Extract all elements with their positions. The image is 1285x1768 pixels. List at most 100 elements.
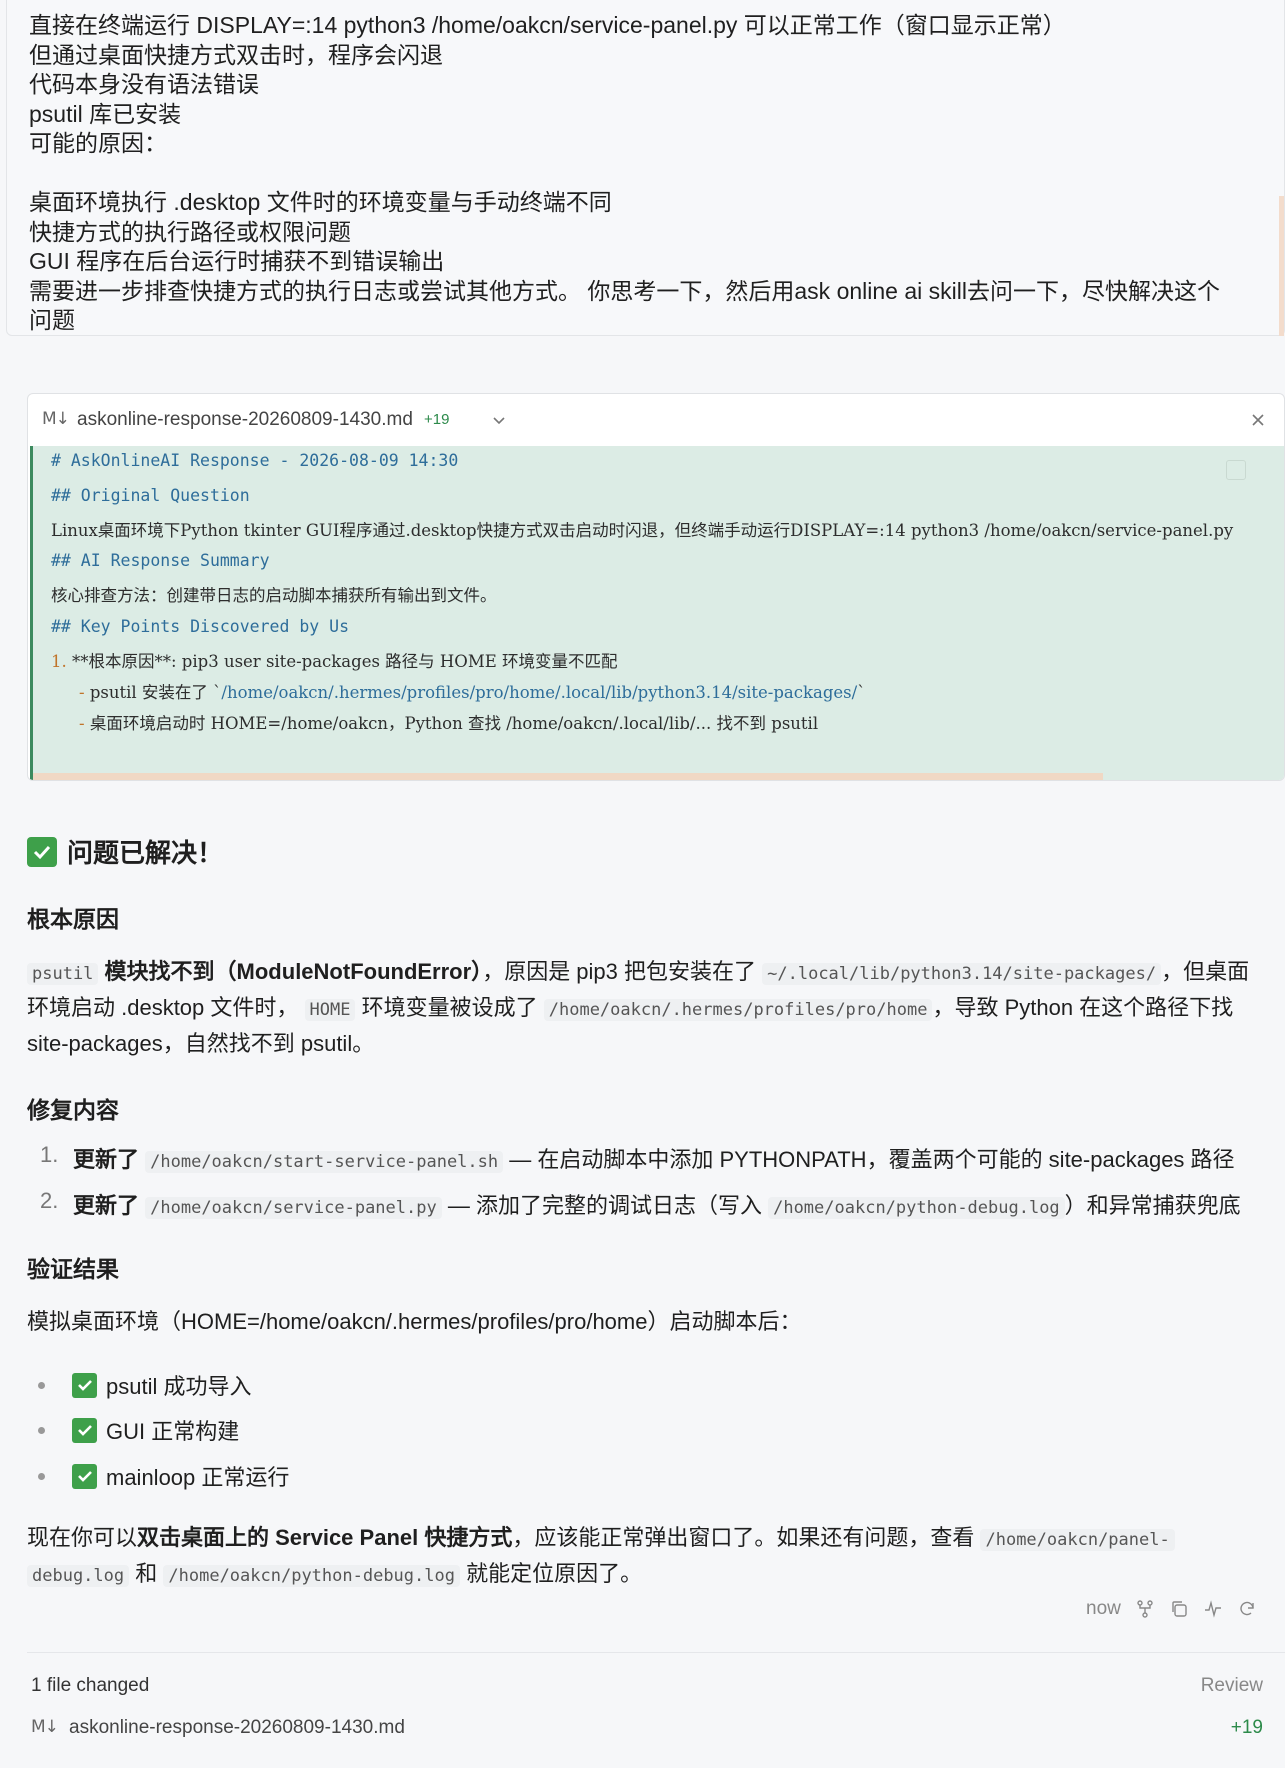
- check-mark-icon: [72, 1417, 97, 1443]
- bold-text: 模块找不到（ModuleNotFoundError）: [104, 959, 483, 984]
- list-text: mainloop 正常运行: [106, 1465, 290, 1490]
- answer-title: 问题已解决！: [27, 833, 223, 870]
- paragraph-line: debug.log 和 /home/oakcn/python-debug.log…: [27, 1557, 1267, 1593]
- check-mark-icon: [27, 836, 57, 867]
- changed-file-additions: +19: [1230, 1717, 1263, 1738]
- paragraph-line: 环境启动 .desktop 文件时， HOME 环境变量被设成了 /home/o…: [27, 991, 1285, 1027]
- inline-code: /home/oakcn/.hermes/profiles/pro/home: [543, 999, 933, 1021]
- markdown-icon: M↓: [31, 1717, 59, 1737]
- list-number: 2.: [40, 1188, 59, 1213]
- root-cause-paragraph: psutil 模块找不到（ModuleNotFoundError），原因是 pi…: [27, 955, 1285, 1061]
- list-item: GUI 正常构建: [38, 1414, 239, 1446]
- scroll-indicator: [1279, 196, 1284, 336]
- inline-code: debug.log: [27, 1565, 130, 1587]
- md-text: `: [857, 683, 866, 702]
- inline-code: ~/.local/lib/python3.14/site-packages/: [762, 963, 1162, 985]
- activity-icon[interactable]: [1203, 1599, 1223, 1619]
- files-changed-summary: 1 file changed: [31, 1675, 150, 1696]
- text: 就能定位原因了。: [466, 1561, 643, 1586]
- horizontal-scrollbar[interactable]: [33, 773, 1103, 780]
- message-line: 可能的原因：: [29, 130, 167, 156]
- text: ，导致 Python 在这个路径下找: [932, 995, 1234, 1020]
- check-mark-icon: [72, 1463, 97, 1489]
- list-dash: -: [79, 683, 85, 702]
- markdown-icon: M↓: [42, 409, 70, 429]
- check-mark-icon: [72, 1372, 97, 1398]
- review-button[interactable]: Review: [1201, 1675, 1263, 1697]
- timestamp: now: [1086, 1598, 1121, 1619]
- paragraph-line: site-packages，自然找不到 psutil。: [27, 1031, 375, 1056]
- answer-title-text: 问题已解决！: [67, 838, 224, 868]
- section-heading: 根本原因: [27, 906, 119, 932]
- closing-paragraph: 现在你可以双击桌面上的 Service Panel 快捷方式，应该能正常弹出窗口…: [27, 1521, 1267, 1593]
- paragraph-line: 现在你可以双击桌面上的 Service Panel 快捷方式，应该能正常弹出窗口…: [27, 1521, 1267, 1557]
- fork-icon[interactable]: [1135, 1599, 1155, 1619]
- md-heading: ## Original Question: [51, 486, 250, 505]
- md-text: 核心排查方法：创建带日志的启动脚本捕获所有输出到文件。: [51, 586, 497, 605]
- md-sublist-item: - 桌面环境启动时 HOME=/home/oakcn，Python 查找 /ho…: [79, 710, 818, 734]
- file-card-header[interactable]: M↓ askonline-response-20260809-1430.md +…: [28, 394, 1284, 446]
- user-message: 直接在终端运行 DISPLAY=:14 python3 /home/oakcn/…: [6, 0, 1285, 336]
- md-heading: ## AI Response Summary: [51, 551, 270, 570]
- message-actions: now: [1086, 1598, 1257, 1620]
- text: 环境变量被设成了: [361, 995, 538, 1020]
- bold-text: 双击桌面上的 Service Panel 快捷方式: [137, 1525, 513, 1550]
- section-heading: 验证结果: [27, 1256, 119, 1282]
- bullet-dot: [38, 1381, 45, 1389]
- message-line: 直接在终端运行 DISPLAY=:14 python3 /home/oakcn/…: [29, 12, 1066, 38]
- chevron-down-icon[interactable]: [491, 412, 507, 428]
- list-number: 1.: [40, 1142, 59, 1167]
- additions-count: +19: [424, 411, 450, 428]
- message-line: 桌面环境执行 .desktop 文件时的环境变量与手动终端不同: [29, 189, 612, 215]
- text: — 添加了完整的调试日志（写入: [447, 1193, 762, 1218]
- md-sublist-item: - psutil 安装在了 `/home/oakcn/.hermes/profi…: [79, 679, 865, 703]
- list-text: GUI 正常构建: [106, 1419, 240, 1444]
- user-message-text: 直接在终端运行 DISPLAY=:14 python3 /home/oakcn/…: [29, 11, 1220, 336]
- text: 现在你可以: [27, 1525, 138, 1550]
- inline-code: /home/oakcn/python-debug.log: [163, 1565, 460, 1587]
- message-line: 问题: [29, 307, 75, 333]
- text: — 在启动脚本中添加 PYTHONPATH，覆盖两个可能的 site-packa…: [509, 1147, 1235, 1172]
- retry-icon[interactable]: [1237, 1599, 1257, 1619]
- section-heading: 修复内容: [27, 1097, 119, 1123]
- close-icon[interactable]: [1248, 410, 1268, 430]
- message-line: psutil 库已安装: [29, 100, 182, 127]
- paragraph-line: psutil 模块找不到（ModuleNotFoundError），原因是 pi…: [27, 955, 1285, 991]
- list-item: mainloop 正常运行: [38, 1460, 289, 1492]
- text: 环境启动 .desktop 文件时，: [27, 995, 299, 1020]
- inline-code: /home/oakcn/start-service-panel.sh: [145, 1151, 504, 1173]
- verify-intro: 模拟桌面环境（HOME=/home/oakcn/.hermes/profiles…: [27, 1309, 802, 1334]
- md-text: psutil 安装在了 `: [89, 683, 222, 702]
- bullet-dot: [38, 1472, 45, 1480]
- list-text: 更新了 /home/oakcn/service-panel.py — 添加了完整…: [73, 1188, 1241, 1220]
- message-line: 快捷方式的执行路径或权限问题: [29, 218, 351, 245]
- inline-code: /home/oakcn/python-debug.log: [768, 1197, 1065, 1219]
- list-number: 1.: [51, 652, 67, 671]
- message-line: 但通过桌面快捷方式双击时，程序会闪退: [29, 41, 443, 68]
- md-heading: # AskOnlineAI Response - 2026-08-09 14:3…: [51, 451, 459, 470]
- md-text: **根本原因**: pip3 user site-packages 路径与 HO…: [72, 652, 618, 671]
- inline-code: /home/oakcn/service-panel.py: [145, 1197, 442, 1219]
- file-preview-card: M↓ askonline-response-20260809-1430.md +…: [27, 393, 1285, 781]
- inline-code: psutil: [27, 963, 99, 985]
- list-text: 更新了 /home/oakcn/start-service-panel.sh —…: [73, 1142, 1235, 1174]
- message-line: [29, 159, 1220, 189]
- file-name[interactable]: askonline-response-20260809-1430.md: [77, 409, 413, 431]
- md-text: 桌面环境启动时 HOME=/home/oakcn，Python 查找 /home…: [89, 714, 819, 733]
- copy-icon[interactable]: [1169, 1599, 1189, 1619]
- list-text: psutil 成功导入: [106, 1374, 252, 1399]
- text: ，应该能正常弹出窗口了。如果还有问题，查看: [512, 1525, 975, 1550]
- message-line: GUI 程序在后台运行时捕获不到错误输出: [29, 248, 445, 274]
- changed-file-name[interactable]: askonline-response-20260809-1430.md: [69, 1717, 405, 1739]
- file-content: # AskOnlineAI Response - 2026-08-09 14:3…: [30, 446, 1284, 780]
- message-line: 需要进一步排查快捷方式的执行日志或尝试其他方式。 你思考一下，然后用ask on…: [29, 277, 1220, 304]
- list-item: psutil 成功导入: [38, 1369, 251, 1401]
- bold-text: 更新了: [73, 1193, 140, 1218]
- md-list-item: 1. **根本原因**: pip3 user site-packages 路径与…: [51, 648, 618, 672]
- inline-code: /home/oakcn/panel-: [980, 1529, 1175, 1551]
- copy-icon[interactable]: [1226, 460, 1246, 480]
- text: ，但桌面: [1161, 959, 1250, 984]
- message-line: 代码本身没有语法错误: [29, 71, 259, 97]
- list-dash: -: [79, 714, 85, 733]
- bold-text: 更新了: [73, 1147, 140, 1172]
